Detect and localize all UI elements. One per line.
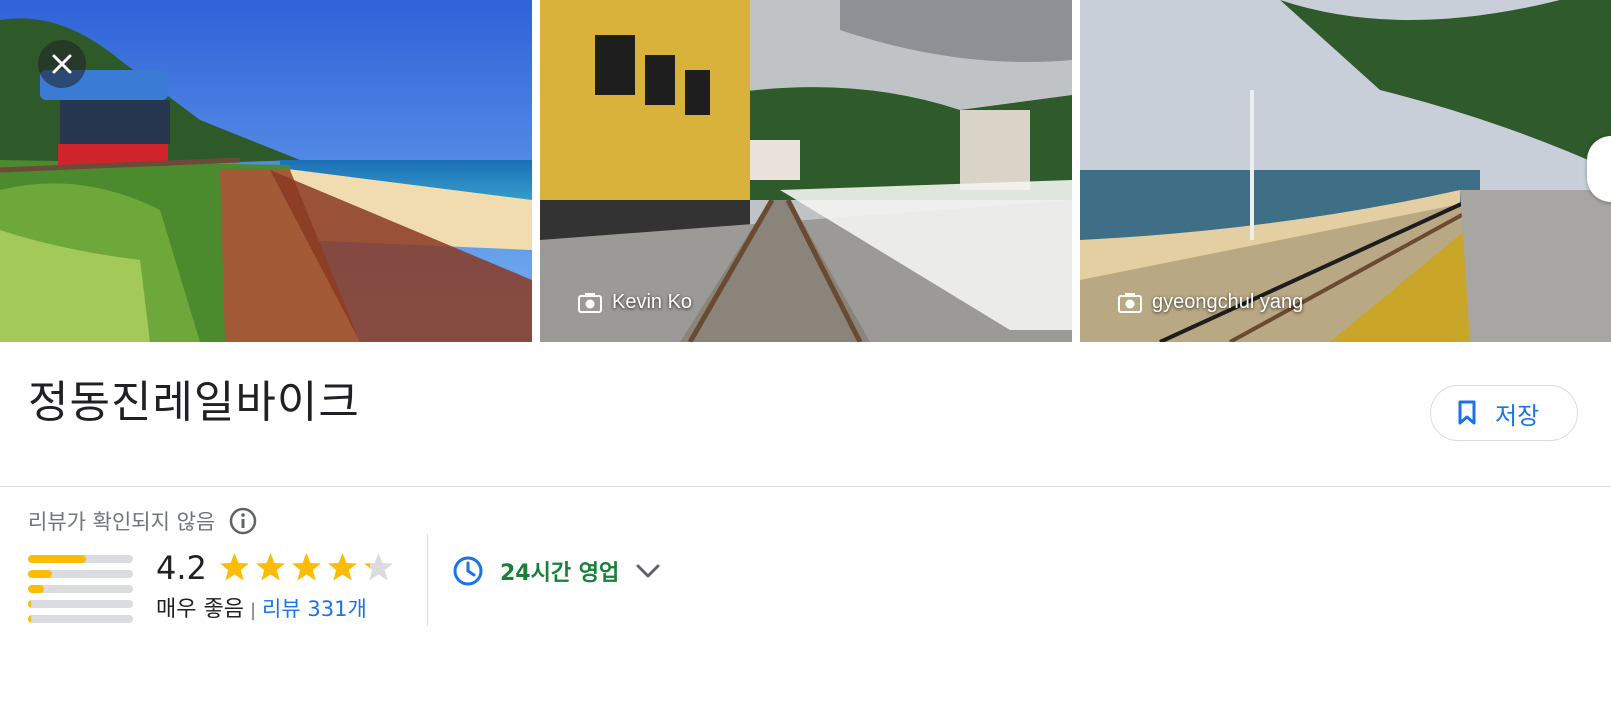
- camera-icon: [578, 292, 602, 313]
- rating-bar-fill: [28, 570, 53, 578]
- rating-value: 4.2: [156, 549, 207, 587]
- review-note-text: 리뷰가 확인되지 않음: [28, 510, 216, 534]
- star-icon: [364, 553, 393, 581]
- review-verification-note: 리뷰가 확인되지 않음: [28, 506, 257, 536]
- photo-credit-gyeongchul-yang[interactable]: gyeongchul yang: [1118, 291, 1303, 314]
- rating-bar-1: [28, 615, 133, 623]
- rating-histogram[interactable]: [28, 555, 133, 630]
- rating-bar-fill: [28, 615, 32, 623]
- chevron-down-icon: [636, 564, 660, 578]
- photo-credit-kevin-ko[interactable]: Kevin Ko: [578, 291, 692, 314]
- save-button[interactable]: 저장: [1430, 385, 1578, 441]
- photo-credit-name: Kevin Ko: [612, 291, 693, 313]
- star-rating: [218, 551, 395, 583]
- rating-bar-4: [28, 570, 133, 578]
- rating-bar-fill: [28, 585, 44, 593]
- bookmark-icon: [1458, 400, 1476, 425]
- photo-gallery: Kevin Ko gyeongchul yang: [0, 0, 1611, 342]
- place-title: 정동진레일바이크: [28, 377, 360, 428]
- rating-bar-fill: [28, 555, 86, 563]
- star-icon: [328, 553, 357, 581]
- rating-bar-3: [28, 585, 133, 593]
- camera-icon: [1118, 292, 1142, 313]
- rating-separator: |: [249, 600, 257, 621]
- rating-summary: 매우 좋음 | 리뷰 331개: [156, 591, 367, 623]
- rating-bar-fill: [28, 600, 32, 608]
- vertical-divider: [427, 534, 428, 626]
- rating-bar-2: [28, 600, 133, 608]
- hours-status: 24시간 영업: [500, 561, 620, 586]
- star-icon: [256, 553, 285, 581]
- review-count-link[interactable]: 리뷰 331개: [262, 597, 367, 621]
- star-icon: [292, 553, 321, 581]
- close-button[interactable]: [38, 40, 86, 88]
- save-label: 저장: [1495, 401, 1540, 430]
- star-icon: [220, 553, 249, 581]
- info-icon[interactable]: [229, 507, 257, 535]
- clock-icon: [453, 556, 483, 586]
- hours-toggle[interactable]: 24시간 영업: [452, 555, 661, 587]
- section-divider: [0, 486, 1611, 487]
- photo-credit-name: gyeongchul yang: [1152, 291, 1304, 313]
- rating-label: 매우 좋음: [156, 597, 244, 622]
- rating-bar-5: [28, 555, 133, 563]
- next-photo-button[interactable]: [1587, 136, 1611, 202]
- close-icon: [52, 54, 72, 74]
